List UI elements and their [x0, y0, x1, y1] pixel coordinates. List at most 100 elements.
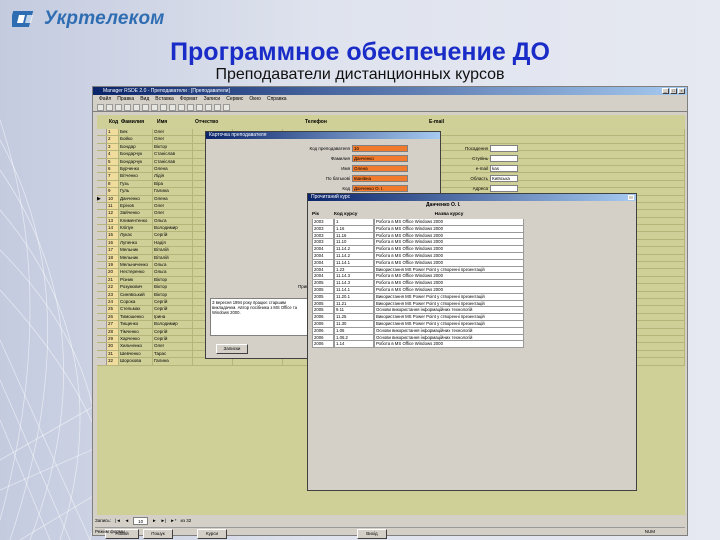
table-cell[interactable]: Гузь	[119, 180, 153, 188]
course-cell[interactable]: Робота в MS Office Windows 2000	[374, 232, 524, 240]
course-cell[interactable]: 2004	[312, 273, 334, 281]
menu-item[interactable]: Формат	[180, 95, 198, 103]
row-selector[interactable]	[97, 232, 107, 239]
table-cell[interactable]: Володимир	[153, 225, 193, 232]
table-cell[interactable]: 13	[107, 217, 119, 225]
field-input[interactable]: Данченко	[352, 155, 408, 162]
table-cell[interactable]: 27	[107, 321, 119, 328]
table-cell[interactable]: 19	[107, 262, 119, 269]
course-cell[interactable]: 2004	[312, 252, 334, 260]
field-input[interactable]: Олена	[352, 165, 408, 172]
table-cell[interactable]: Ерінов	[119, 202, 153, 210]
tool-new-icon[interactable]	[97, 104, 104, 111]
course-cell[interactable]: Робота в MS Office Windows 2000	[374, 225, 524, 233]
course-row[interactable]: 2004 11.14.1 Робота в MS Office Windows 20…	[312, 259, 636, 267]
col-header-phone[interactable]: Телефон	[305, 115, 327, 129]
table-cell[interactable]: 31	[107, 350, 119, 358]
table-cell[interactable]	[233, 358, 283, 365]
table-cell[interactable]: 6	[107, 165, 119, 173]
row-selector[interactable]	[97, 284, 107, 291]
table-cell[interactable]: Лупенко	[119, 239, 153, 247]
row-selector[interactable]	[97, 335, 107, 343]
table-cell[interactable]: 20	[107, 269, 119, 276]
table-cell[interactable]: Хильченко	[119, 343, 153, 350]
tool-filter-icon[interactable]	[187, 104, 194, 111]
field-input[interactable]	[490, 185, 518, 192]
close-icon[interactable]	[628, 195, 634, 200]
table-cell[interactable]: Надія	[153, 239, 193, 247]
table-cell[interactable]: 12	[107, 210, 119, 217]
menu-item[interactable]: Сервис	[226, 95, 243, 103]
table-cell[interactable]: 21	[107, 276, 119, 284]
table-cell[interactable]: Бурченко	[119, 165, 153, 173]
table-cell[interactable]: Володимир	[153, 321, 193, 328]
course-cell[interactable]: 1.06.2	[334, 334, 374, 342]
table-cell[interactable]: Віталій	[153, 247, 193, 254]
course-cell[interactable]: 9.11	[334, 307, 374, 315]
course-cell[interactable]: Робота в MS Office Windows 2000	[374, 219, 524, 226]
row-selector[interactable]	[97, 143, 107, 151]
tool-copy-icon[interactable]	[151, 104, 158, 111]
table-cell[interactable]: Лукас	[119, 232, 153, 239]
last-record-icon[interactable]: ►|	[161, 517, 167, 525]
table-cell[interactable]: 30	[107, 343, 119, 350]
table-cell[interactable]: Олег	[153, 343, 193, 350]
table-cell[interactable]: 9	[107, 188, 119, 195]
course-cell[interactable]: 11.14.2	[334, 252, 374, 260]
course-cell[interactable]: 2006	[312, 327, 334, 335]
minimize-icon[interactable]: _	[662, 88, 669, 94]
table-cell[interactable]: 32	[107, 358, 119, 365]
course-cell[interactable]: 1.14	[334, 341, 374, 349]
course-cell[interactable]: Робота в MS Office Windows 2000	[374, 341, 524, 349]
table-cell[interactable]: Олег	[153, 129, 193, 136]
menu-item[interactable]: Окно	[249, 95, 261, 103]
course-row[interactable]: 2005 11.14.1 Робота в MS Office Windows 20…	[312, 286, 636, 294]
table-cell[interactable]: Синявський	[119, 291, 153, 298]
field-input[interactable]: kas	[490, 165, 518, 172]
table-cell[interactable]: Сергій	[153, 298, 193, 306]
course-cell[interactable]: 11.21	[334, 300, 374, 308]
course-cell[interactable]: 11.14.3	[334, 273, 374, 281]
course-row[interactable]: 2006 1.14 Робота в MS Office Windows 2000	[312, 341, 636, 349]
tool-print-icon[interactable]	[124, 104, 131, 111]
table-cell[interactable]: Віктор	[153, 143, 193, 151]
table-cell[interactable]: Ольга	[153, 262, 193, 269]
course-cell[interactable]: Використання MS Power Point у створенні …	[374, 320, 524, 328]
table-cell[interactable]: Бондар	[119, 143, 153, 151]
table-cell[interactable]: Віктор	[153, 284, 193, 291]
tool-save-icon[interactable]	[115, 104, 122, 111]
table-cell[interactable]: Галина	[153, 358, 193, 365]
table-cell[interactable]: 3	[107, 143, 119, 151]
table-cell[interactable]: Тимошенко	[119, 313, 153, 321]
col-header-email[interactable]: E-mail	[429, 115, 444, 129]
table-cell[interactable]: Бек	[119, 129, 153, 136]
table-cell[interactable]: 1	[107, 129, 119, 136]
notes-button[interactable]: Записки	[216, 344, 248, 354]
course-row[interactable]: 2005 11.21 Використання MS Power Point у с…	[312, 300, 636, 308]
table-cell[interactable]: Тімченко	[119, 328, 153, 335]
table-cell[interactable]: Мельник	[119, 254, 153, 262]
tool-paste-icon[interactable]	[160, 104, 167, 111]
table-cell[interactable]: Сорока	[119, 298, 153, 306]
tool-delete-icon[interactable]	[214, 104, 221, 111]
row-selector[interactable]	[97, 306, 107, 313]
course-cell[interactable]: 11.14.1	[334, 286, 374, 294]
courses-col-year[interactable]: Рік	[312, 210, 334, 219]
close-icon[interactable]: ×	[678, 88, 685, 94]
tool-cut-icon[interactable]	[142, 104, 149, 111]
course-cell[interactable]: 2004	[312, 246, 334, 253]
row-selector[interactable]	[97, 313, 107, 321]
menu-item[interactable]: Вид	[140, 95, 149, 103]
course-cell[interactable]: Робота в MS Office Windows 2000	[374, 286, 524, 294]
table-cell[interactable]: Сергій	[153, 328, 193, 335]
field-input[interactable]: Данченко О. І.	[352, 185, 408, 192]
table-cell[interactable]: Різник	[119, 276, 153, 284]
col-header-surname[interactable]: Фамилия	[121, 115, 144, 129]
course-row[interactable]: 2006 11.30 Використання MS Power Point у с…	[312, 320, 636, 328]
course-cell[interactable]: 1	[334, 219, 374, 226]
course-cell[interactable]: 2005	[312, 293, 334, 301]
maximize-icon[interactable]: □	[670, 88, 677, 94]
table-cell[interactable]: 4	[107, 151, 119, 158]
course-cell[interactable]: Робота в MS Office Windows 2000	[374, 252, 524, 260]
table-cell[interactable]: Шевченко	[119, 350, 153, 358]
